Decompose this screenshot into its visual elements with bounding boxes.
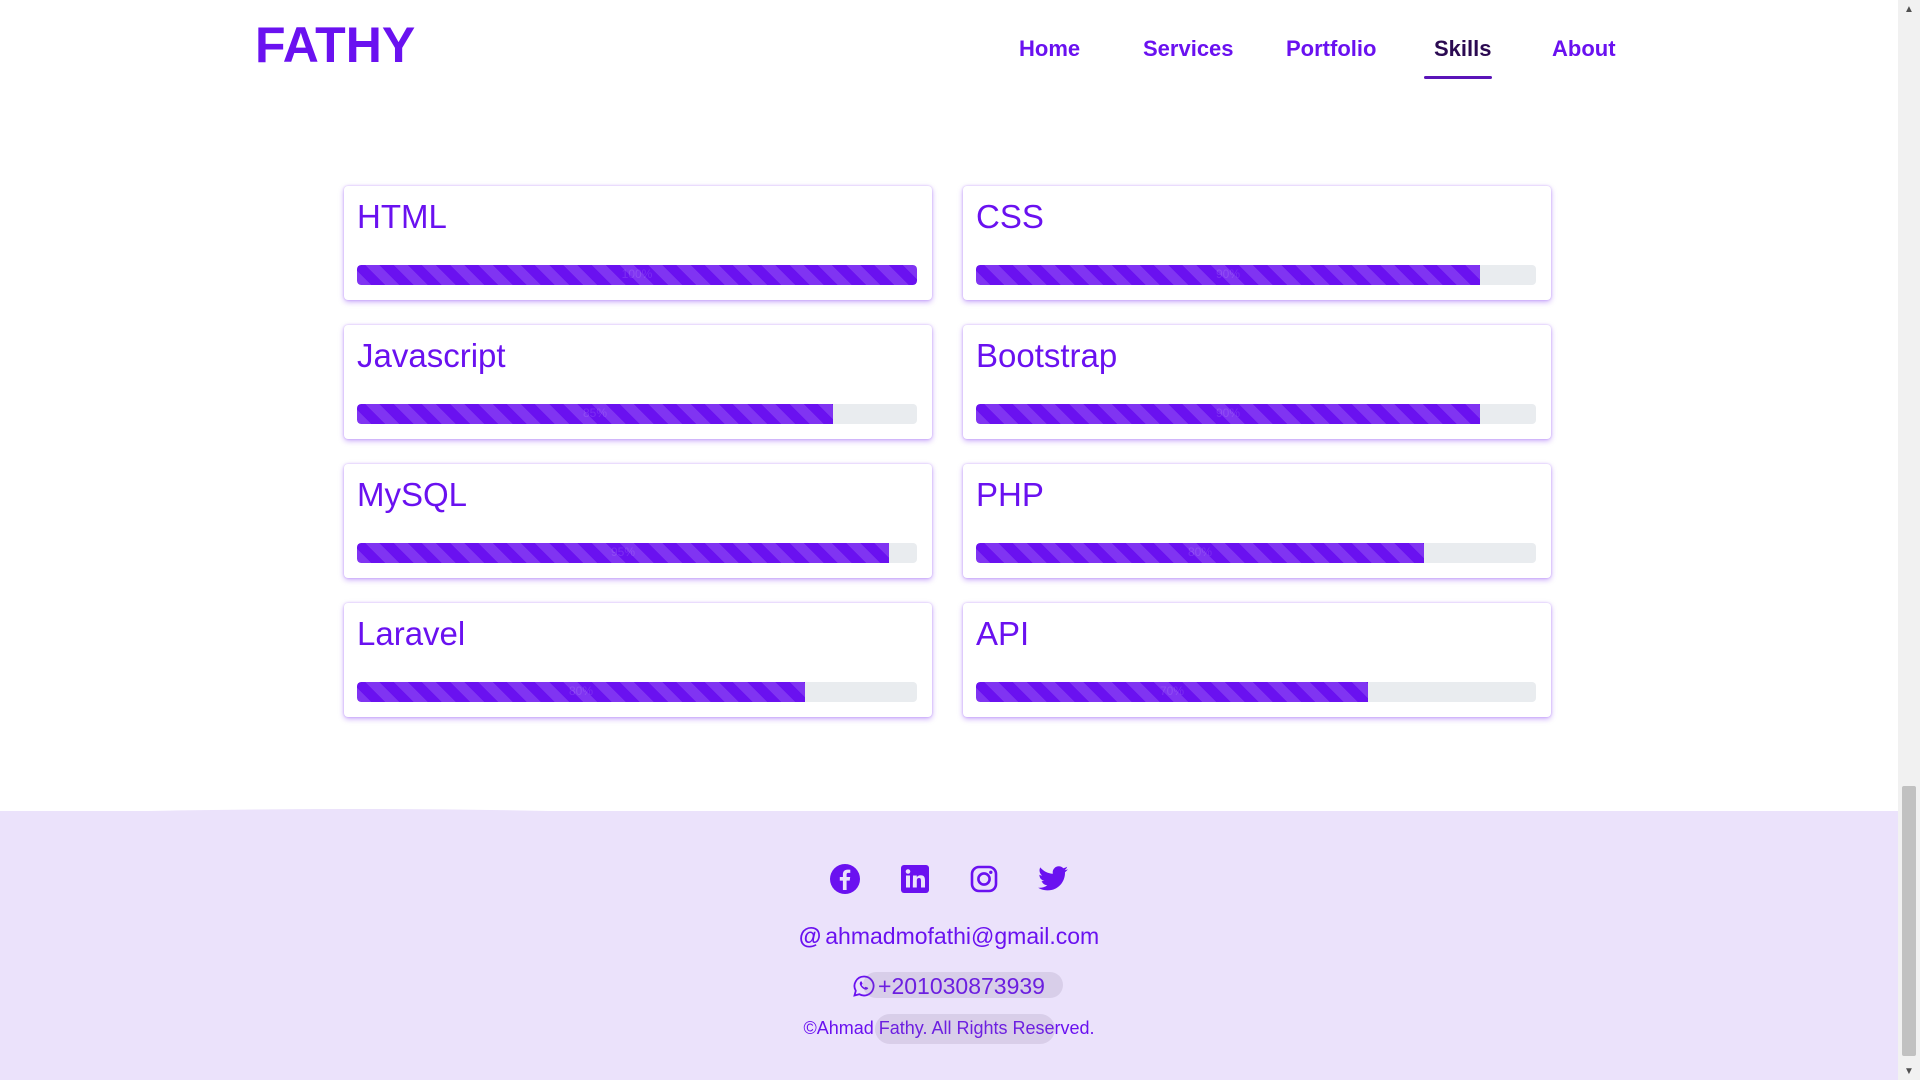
brand-logo[interactable]: FATHY [255,16,415,74]
skill-progress-fill: 70% [976,682,1368,702]
skill-progress-label: 90% [1215,267,1241,281]
skill-progress-track: 85% [357,404,917,424]
skill-progress-fill: 80% [357,682,805,702]
footer-wave [0,809,700,815]
email-text: ahmadmofathi@gmail.com [825,923,1100,949]
contact-email[interactable]: @ ahmadmofathi@gmail.com [0,923,1898,950]
nav-about[interactable]: About [1552,36,1616,62]
scroll-down-arrow-icon[interactable]: ▼ [1898,1062,1920,1080]
nav-portfolio[interactable]: Portfolio [1286,36,1376,62]
skill-progress-fill: 100% [357,265,917,285]
skill-progress-fill: 90% [976,404,1480,424]
skill-progress-label: 70% [1159,684,1185,698]
skill-card-html: HTML 100% [344,186,932,300]
skill-progress-track: 70% [976,682,1536,702]
skill-progress-track: 100% [357,265,917,285]
at-icon: @ [798,923,822,949]
nav-skills[interactable]: Skills [1434,36,1491,62]
skill-name: MySQL [357,476,468,513]
skill-name: PHP [976,476,1044,513]
nav-services[interactable]: Services [1143,36,1234,62]
site-footer: @ ahmadmofathi@gmail.com +201030873939 ©A… [0,809,1898,1080]
skill-name: CSS [976,198,1044,235]
skill-progress-track: 80% [976,543,1536,563]
copyright-text: ©Ahmad Fathy. All Rights Reserved. [803,1018,1095,1038]
scroll-up-arrow-icon[interactable]: ▲ [1898,0,1920,18]
skill-progress-track: 95% [357,543,917,563]
skill-card-laravel: Laravel 80% [344,603,932,717]
skill-progress-track: 90% [976,404,1536,424]
skill-progress-fill: 80% [976,543,1424,563]
active-nav-indicator [1424,76,1492,79]
skill-card-api: API 70% [963,603,1551,717]
skill-card-css: CSS 90% [963,186,1551,300]
skill-name: API [976,615,1030,652]
skill-card-bootstrap: Bootstrap 90% [963,325,1551,439]
facebook-icon[interactable] [827,861,863,897]
skill-progress-label: 95% [610,545,636,559]
skill-progress-label: 85% [582,406,608,420]
skill-progress-label: 100% [621,267,653,281]
linkedin-icon[interactable] [897,861,933,897]
instagram-icon[interactable] [966,861,1002,897]
contact-phone[interactable]: +201030873939 [0,973,1898,1003]
skill-progress-track: 80% [357,682,917,702]
skill-name: Javascript [357,337,506,374]
skill-progress-label: 80% [568,684,594,698]
page-scrollbar[interactable]: ▲ ▼ [1898,0,1920,1080]
skill-card-php: PHP 80% [963,464,1551,578]
skill-name: Bootstrap [976,337,1118,374]
skill-progress-label: 80% [1187,545,1213,559]
skill-card-javascript: Javascript 85% [344,325,932,439]
skill-card-mysql: MySQL 95% [344,464,932,578]
phone-text: +201030873939 [878,973,1045,999]
skill-progress-fill: 85% [357,404,833,424]
page: FATHY Home Services Portfolio Skills Abo… [0,0,1920,1080]
site-header: FATHY Home Services Portfolio Skills Abo… [0,0,1898,100]
skill-progress-fill: 95% [357,543,889,563]
skill-progress-fill: 90% [976,265,1480,285]
skill-progress-track: 90% [976,265,1536,285]
nav-home[interactable]: Home [1019,36,1080,62]
skill-name: HTML [357,198,447,235]
twitter-icon[interactable] [1035,861,1071,897]
skill-name: Laravel [357,615,466,652]
skill-progress-label: 90% [1215,406,1241,420]
scroll-thumb[interactable] [1902,786,1916,1056]
whatsapp-icon [853,975,875,1003]
